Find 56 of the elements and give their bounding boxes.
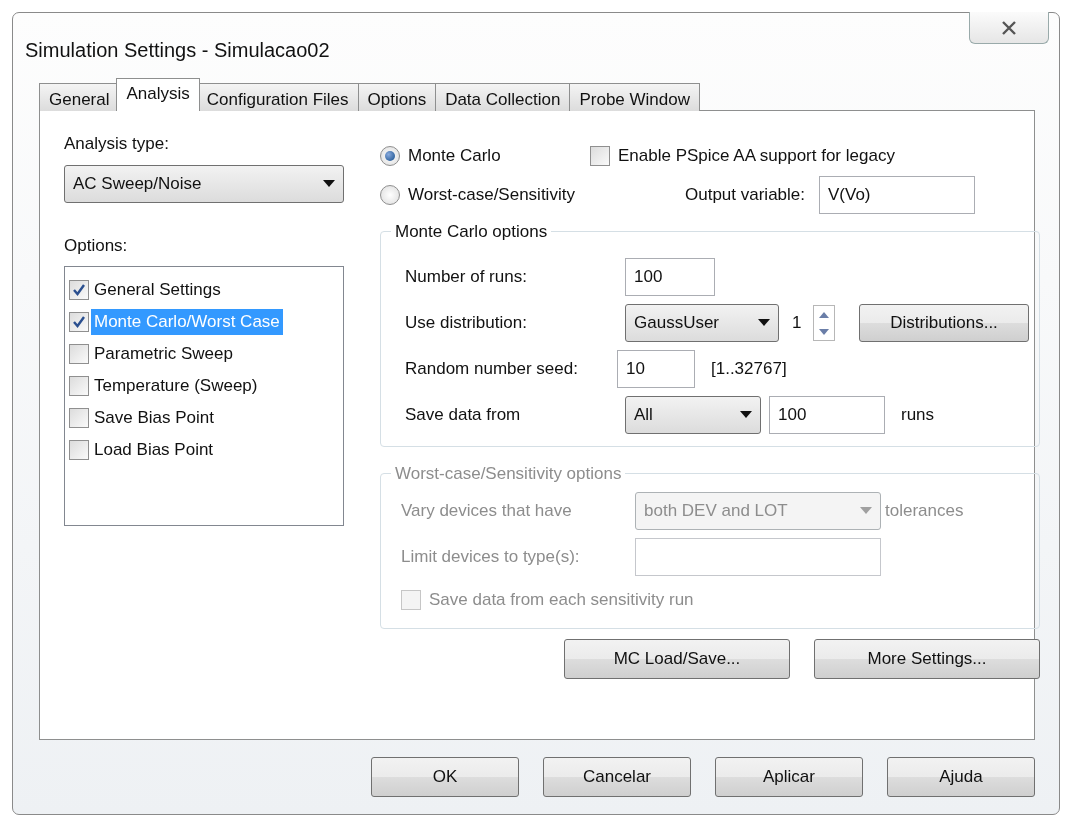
distributions-button[interactable]: Distributions... bbox=[859, 304, 1029, 342]
caret-icon bbox=[860, 507, 872, 515]
dialog-button[interactable]: OK bbox=[371, 757, 519, 797]
checkbox[interactable] bbox=[69, 440, 89, 460]
caret-icon bbox=[323, 179, 335, 188]
tolerances-label: tolerances bbox=[885, 500, 964, 523]
caret-icon bbox=[740, 411, 752, 419]
list-item[interactable]: Save Bias Point bbox=[91, 405, 217, 431]
dialog-button[interactable]: Cancelar bbox=[543, 757, 691, 797]
tab[interactable]: Options bbox=[357, 83, 437, 111]
field-label: Limit devices to type(s): bbox=[401, 546, 581, 569]
close-icon bbox=[1001, 20, 1017, 35]
list-item[interactable]: General Settings bbox=[91, 277, 224, 303]
range-text: [1..32767] bbox=[711, 358, 787, 381]
checkbox[interactable] bbox=[69, 280, 89, 300]
output-variable-field[interactable]: V(Vo) bbox=[819, 176, 975, 214]
options-label: Options: bbox=[64, 234, 129, 257]
list-item[interactable]: Parametric Sweep bbox=[91, 341, 236, 367]
caret-icon bbox=[758, 319, 770, 327]
checkbox[interactable] bbox=[590, 146, 610, 166]
checkbox-label: Save data from each sensitivity run bbox=[429, 589, 694, 612]
radio-label: Worst-case/Sensitivity bbox=[408, 184, 575, 207]
checkbox-label: Enable PSpice AA support for legacy bbox=[618, 145, 895, 168]
save-data-dropdown[interactable]: All bbox=[625, 396, 761, 434]
list-item[interactable]: Temperature (Sweep) bbox=[91, 373, 261, 399]
spin-arrows[interactable] bbox=[813, 305, 835, 341]
field-label: Random number seed: bbox=[405, 358, 579, 381]
analysis-type-dropdown[interactable]: AC Sweep/Noise bbox=[64, 164, 344, 203]
close-button[interactable] bbox=[969, 12, 1049, 44]
list-item[interactable]: Load Bias Point bbox=[91, 437, 217, 463]
checkbox[interactable] bbox=[69, 376, 89, 396]
tab[interactable]: Probe Window bbox=[569, 83, 700, 111]
panel-button[interactable]: More Settings... bbox=[814, 639, 1040, 679]
field-label: Number of runs: bbox=[405, 266, 528, 289]
runs-label: runs bbox=[901, 404, 935, 427]
runs-field[interactable]: 100 bbox=[625, 258, 715, 296]
radio-button[interactable] bbox=[380, 185, 400, 205]
distribution-dropdown[interactable]: GaussUser bbox=[625, 304, 779, 342]
field-label: Vary devices that have bbox=[401, 500, 573, 523]
tab[interactable]: Data Collection bbox=[435, 83, 571, 111]
analysis-type-label: Analysis type: bbox=[64, 133, 170, 155]
checkbox[interactable] bbox=[69, 312, 89, 332]
dialog-button[interactable]: Aplicar bbox=[715, 757, 863, 797]
checkbox[interactable] bbox=[69, 408, 89, 428]
window-title: Simulation Settings - Simulacao02 bbox=[25, 39, 330, 61]
runs-count-field[interactable]: 100 bbox=[769, 396, 885, 434]
checkbox[interactable] bbox=[69, 344, 89, 364]
tab[interactable]: Analysis bbox=[116, 78, 200, 111]
seed-field[interactable]: 10 bbox=[617, 350, 695, 388]
radio-label: Monte Carlo bbox=[408, 145, 501, 168]
field-label: Use distribution: bbox=[405, 312, 528, 335]
panel-button[interactable]: MC Load/Save... bbox=[564, 639, 790, 679]
output-variable-label: Output variable: bbox=[685, 184, 805, 207]
radio-button[interactable] bbox=[380, 146, 400, 166]
field-label: Save data from bbox=[405, 404, 522, 427]
dialog-button[interactable]: Ajuda bbox=[887, 757, 1035, 797]
